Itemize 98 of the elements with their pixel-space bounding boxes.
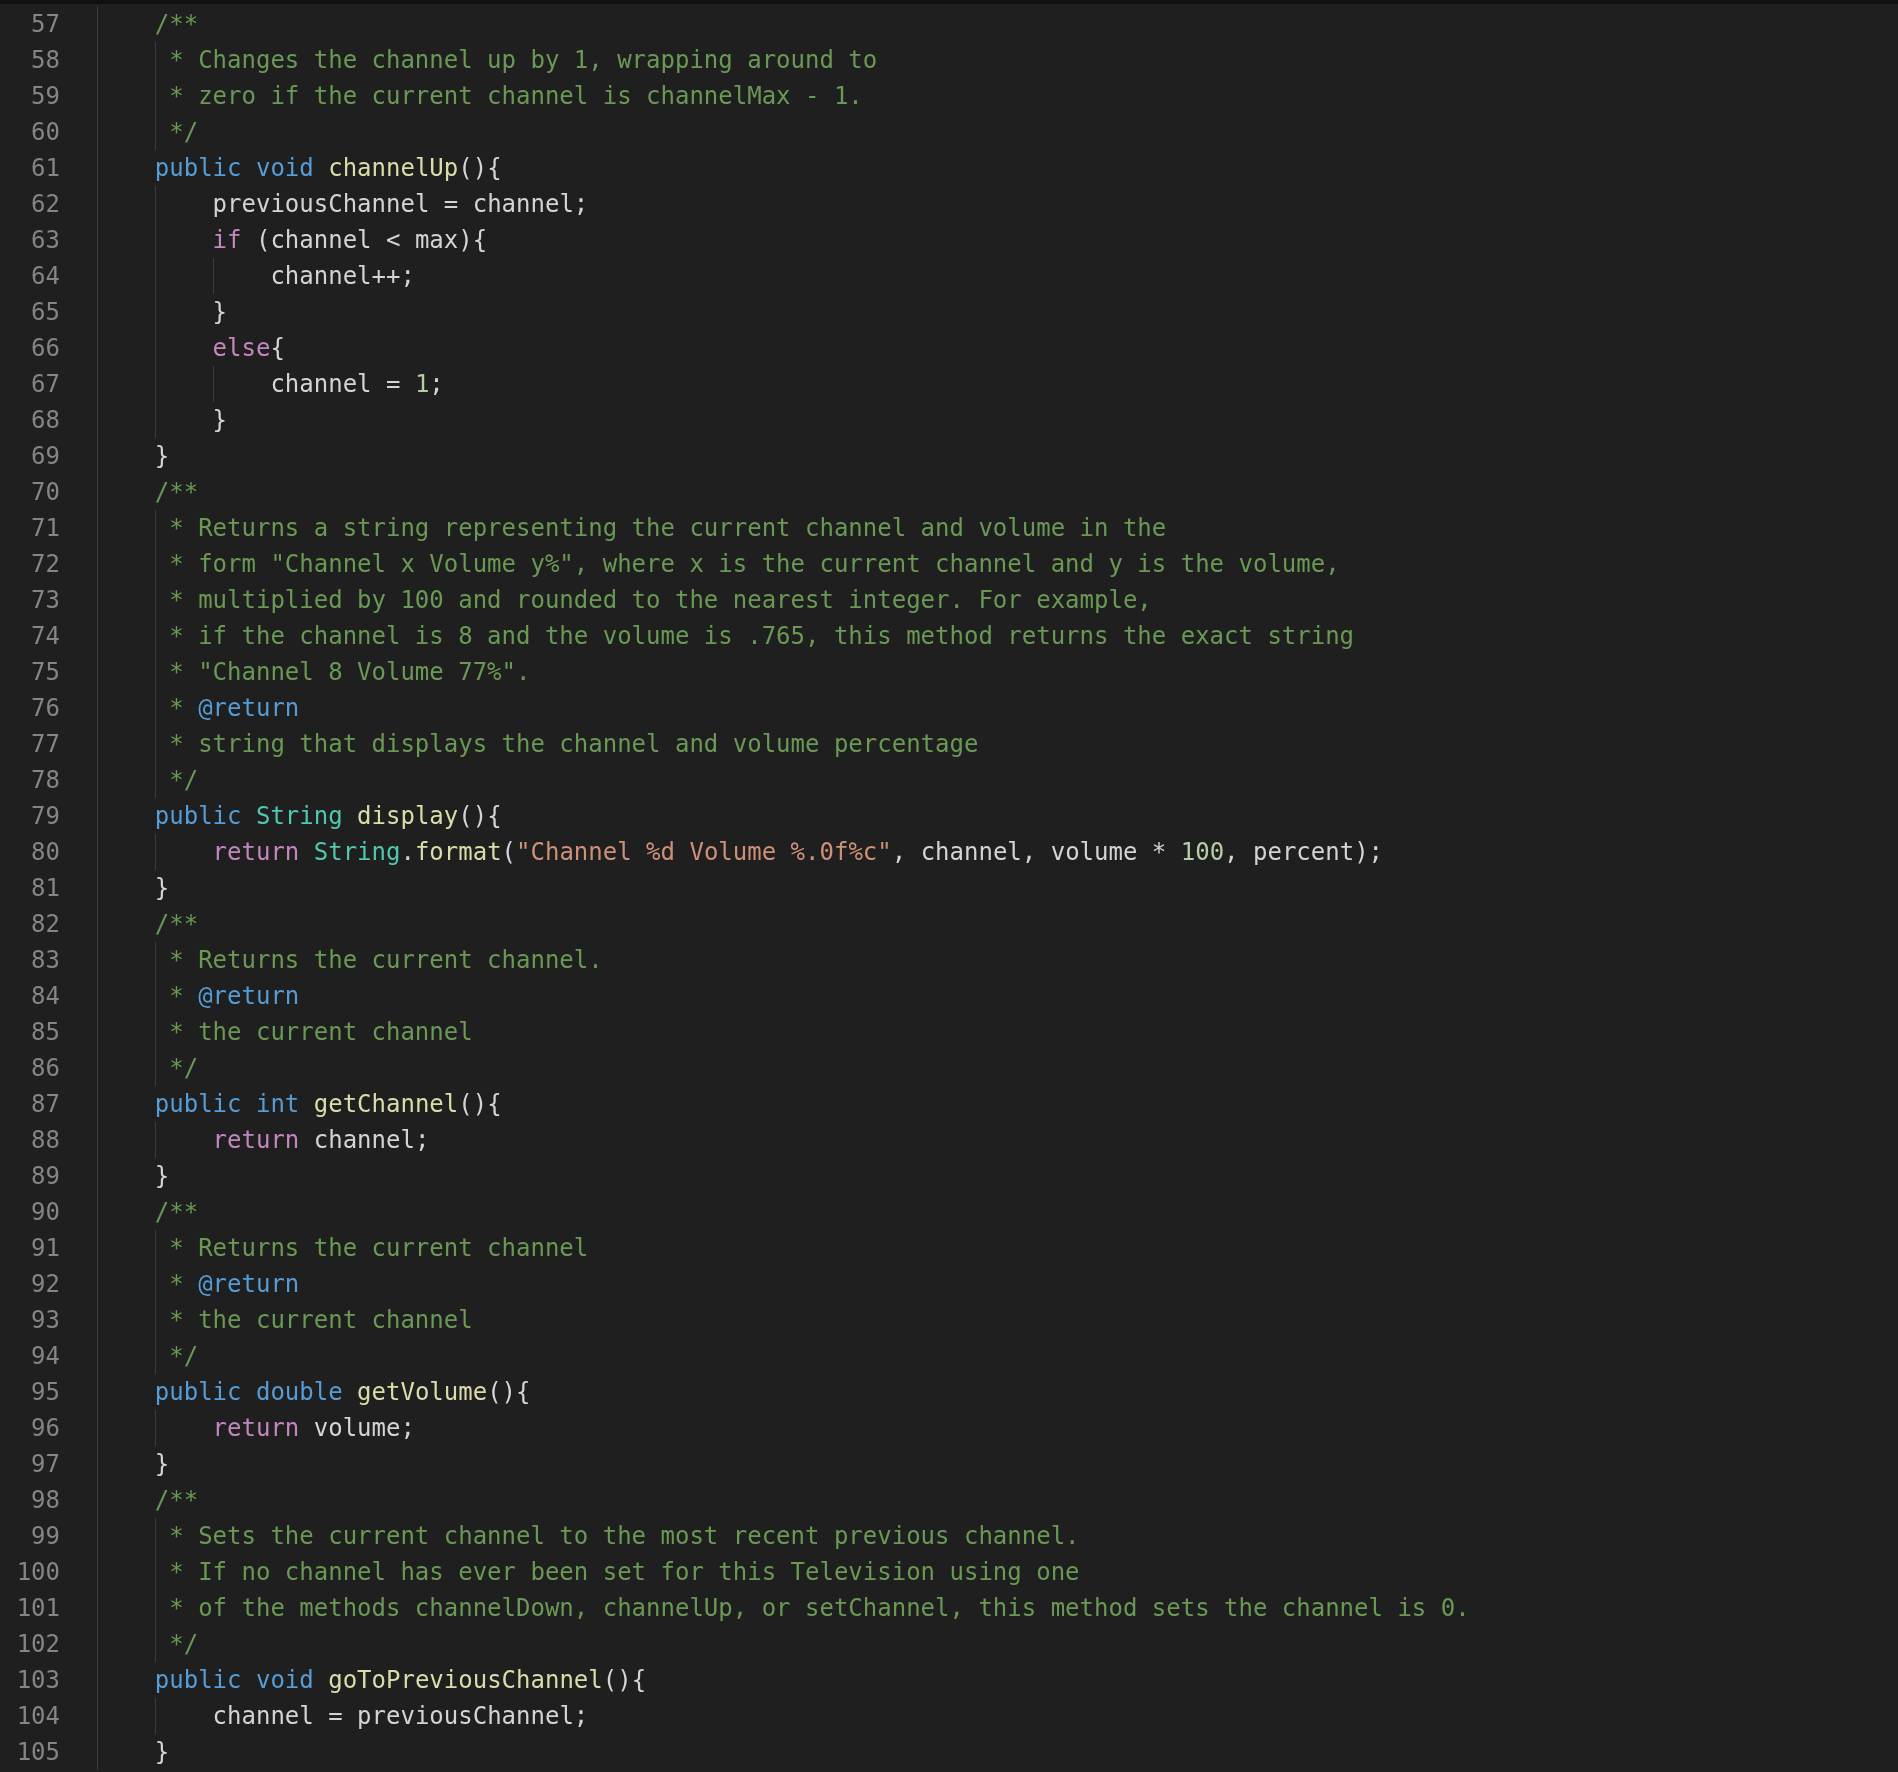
code-line: * form "Channel x Volume y%", where x is the current channel and y is the volume, [169,549,1340,580]
line-number: 98 [31,1485,60,1516]
code-line: */ [169,1629,199,1660]
code-line: channel = previousChannel; [212,1701,589,1732]
line-number: 82 [31,909,60,940]
code-line: } [212,405,228,436]
code-line: public void goToPreviousChannel(){ [154,1665,647,1696]
code-line: * Returns a string representing the current channel and volume in the [169,513,1167,544]
code-line: } [154,1737,170,1768]
line-number: 58 [31,45,60,76]
line-number: 70 [31,477,60,508]
code-line: } [154,441,170,472]
code-line: public void channelUp(){ [154,153,502,184]
line-number: 77 [31,729,60,760]
code-line: channel++; [270,261,415,292]
line-number: 101 [16,1593,60,1624]
code-line: * string that displays the channel and volume percentage [169,729,979,760]
code-line: return channel; [212,1125,430,1156]
code-line: channel = 1; [270,369,444,400]
line-number: 93 [31,1305,60,1336]
code-line: * Returns the current channel. [169,945,603,976]
line-number: 103 [16,1665,60,1696]
line-number: 86 [31,1053,60,1084]
line-number: 74 [31,621,60,652]
line-number: 97 [31,1449,60,1480]
line-number: 84 [31,981,60,1012]
line-number: 57 [31,9,60,40]
line-number: 73 [31,585,60,616]
line-number: 72 [31,549,60,580]
line-number: 100 [16,1557,60,1588]
code-line: return String.format("Channel %d Volume %.0f%c", channel, volume * 100, percent); [212,837,1384,868]
code-line: * Returns the current channel [169,1233,589,1264]
line-number: 85 [31,1017,60,1048]
code-line: * of the methods channelDown, channelUp, or setChannel, this method sets the channel is 0. [169,1593,1470,1624]
code-line: * the current channel [169,1017,473,1048]
code-line: */ [169,117,199,148]
line-number: 66 [31,333,60,364]
code-line: } [154,1161,170,1192]
code-line: * @return [169,1269,300,1300]
line-number: 75 [31,657,60,688]
code-line: else{ [212,333,285,364]
line-number: 99 [31,1521,60,1552]
line-number: 79 [31,801,60,832]
code-line: /** [154,909,199,940]
line-number: 67 [31,369,60,400]
code-line: /** [154,477,199,508]
code-line: public double getVolume(){ [154,1377,531,1408]
code-line: * multiplied by 100 and rounded to the nearest integer. For example, [169,585,1152,616]
line-number: 95 [31,1377,60,1408]
code-line: if (channel < max){ [212,225,488,256]
code-line: */ [169,1053,199,1084]
code-line: public String display(){ [154,801,502,832]
line-number: 91 [31,1233,60,1264]
code-line: */ [169,765,199,796]
code-line: } [212,297,228,328]
code-line: * Changes the channel up by 1, wrapping around to [169,45,878,76]
code-line: return volume; [212,1413,415,1444]
code-line: previousChannel = channel; [212,189,589,220]
code-line: * @return [169,693,300,724]
code-line: * if the channel is 8 and the volume is .765, this method returns the exact string [169,621,1355,652]
line-number: 94 [31,1341,60,1372]
code-line: * the current channel [169,1305,473,1336]
line-number: 69 [31,441,60,472]
line-number: 80 [31,837,60,868]
code-line: } [154,873,170,904]
line-number: 64 [31,261,60,292]
line-number: 76 [31,693,60,724]
line-number: 63 [31,225,60,256]
code-line: * "Channel 8 Volume 77%". [169,657,531,688]
line-number: 87 [31,1089,60,1120]
line-number: 61 [31,153,60,184]
line-number: 71 [31,513,60,544]
line-number: 65 [31,297,60,328]
line-number: 62 [31,189,60,220]
line-number: 78 [31,765,60,796]
code-line: */ [169,1341,199,1372]
code-line: public int getChannel(){ [154,1089,502,1120]
line-number: 96 [31,1413,60,1444]
line-number: 81 [31,873,60,904]
line-number: 105 [16,1737,60,1768]
code-line: /** [154,1485,199,1516]
code-line: * @return [169,981,300,1012]
line-number: 90 [31,1197,60,1228]
line-number: 83 [31,945,60,976]
code-line: * zero if the current channel is channelMax - 1. [169,81,863,112]
code-line: * If no channel has ever been set for this Television using one [169,1557,1080,1588]
line-number: 88 [31,1125,60,1156]
line-number: 59 [31,81,60,112]
line-number: 89 [31,1161,60,1192]
line-number: 104 [16,1701,60,1732]
code-line: /** [154,9,199,40]
code-line: * Sets the current channel to the most recent previous channel. [169,1521,1080,1552]
line-number: 102 [16,1629,60,1660]
code-line: /** [154,1197,199,1228]
line-number: 60 [31,117,60,148]
line-number: 92 [31,1269,60,1300]
line-number: 68 [31,405,60,436]
code-line: } [154,1449,170,1480]
